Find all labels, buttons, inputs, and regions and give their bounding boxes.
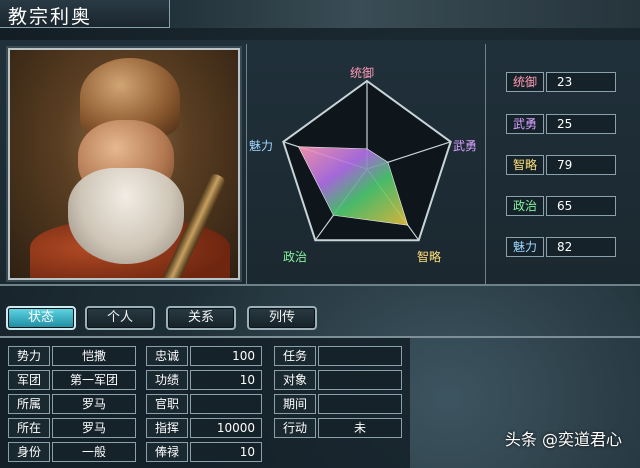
info-label-suoshu: 所属	[8, 394, 50, 414]
stat-label-zhilue: 智略	[506, 155, 544, 175]
info-label-shenfen: 身份	[8, 442, 50, 462]
portrait-beard	[68, 168, 184, 264]
info-value-gongji: 10	[190, 370, 262, 390]
tab-relations[interactable]: 关系	[166, 306, 236, 330]
info-label-qijian: 期间	[274, 394, 316, 414]
stat-label-tongyu: 统御	[506, 72, 544, 92]
info-label-xingdong: 行动	[274, 418, 316, 438]
radar-label-wuyong: 武勇	[453, 139, 478, 153]
info-value-duixiang	[318, 370, 402, 390]
stat-value-zhengzhi: 65	[546, 196, 616, 216]
info-label-renwu: 任务	[274, 346, 316, 366]
info-panel: 势力 恺撒 军团 第一军团 所属 罗马 所在 罗马 身份 一般 忠诚 100 功…	[0, 338, 410, 468]
stat-value-wuyong: 25	[546, 114, 616, 134]
stat-label-wuyong: 武勇	[506, 114, 544, 134]
tab-personal[interactable]: 个人	[85, 306, 155, 330]
radar-label-zhengzhi: 政治	[283, 250, 308, 264]
info-value-fenglu: 10	[190, 442, 262, 462]
page-title: 教宗利奥	[8, 6, 93, 28]
info-value-guanzhi	[190, 394, 262, 414]
radar-label-zhilue: 智略	[417, 250, 442, 264]
top-strip	[170, 0, 640, 28]
info-label-duixiang: 对象	[274, 370, 316, 390]
tab-biography[interactable]: 列传	[247, 306, 317, 330]
info-label-suozai: 所在	[8, 418, 50, 438]
info-label-juntuan: 军团	[8, 370, 50, 390]
info-value-qijian	[318, 394, 402, 414]
info-value-shili: 恺撒	[52, 346, 136, 366]
tab-status[interactable]: 状态	[6, 306, 76, 330]
info-value-suozai: 罗马	[52, 418, 136, 438]
radar-label-tongyu: 统御	[350, 66, 375, 80]
info-label-guanzhi: 官职	[146, 394, 188, 414]
info-label-fenglu: 俸禄	[146, 442, 188, 462]
radar-label-meili: 魅力	[249, 139, 274, 153]
info-label-shili: 势力	[8, 346, 50, 366]
stat-value-zhilue: 79	[546, 155, 616, 175]
stat-label-meili: 魅力	[506, 237, 544, 257]
info-value-renwu	[318, 346, 402, 366]
stat-value-tongyu: 23	[546, 72, 616, 92]
info-label-zhihui: 指挥	[146, 418, 188, 438]
info-value-suoshu: 罗马	[52, 394, 136, 414]
info-label-zhongcheng: 忠诚	[146, 346, 188, 366]
info-value-zhongcheng: 100	[190, 346, 262, 366]
info-value-zhihui: 10000	[190, 418, 262, 438]
stat-value-meili: 82	[546, 237, 616, 257]
stat-label-zhengzhi: 政治	[506, 196, 544, 216]
info-value-shenfen: 一般	[52, 442, 136, 462]
info-value-juntuan: 第一军团	[52, 370, 136, 390]
watermark: 头条 @奕道君心	[504, 430, 622, 449]
radar-panel: 统御 武勇 智略 政治 魅力	[246, 44, 486, 284]
info-label-gongji: 功绩	[146, 370, 188, 390]
portrait	[8, 48, 240, 280]
info-value-xingdong: 未	[318, 418, 402, 438]
